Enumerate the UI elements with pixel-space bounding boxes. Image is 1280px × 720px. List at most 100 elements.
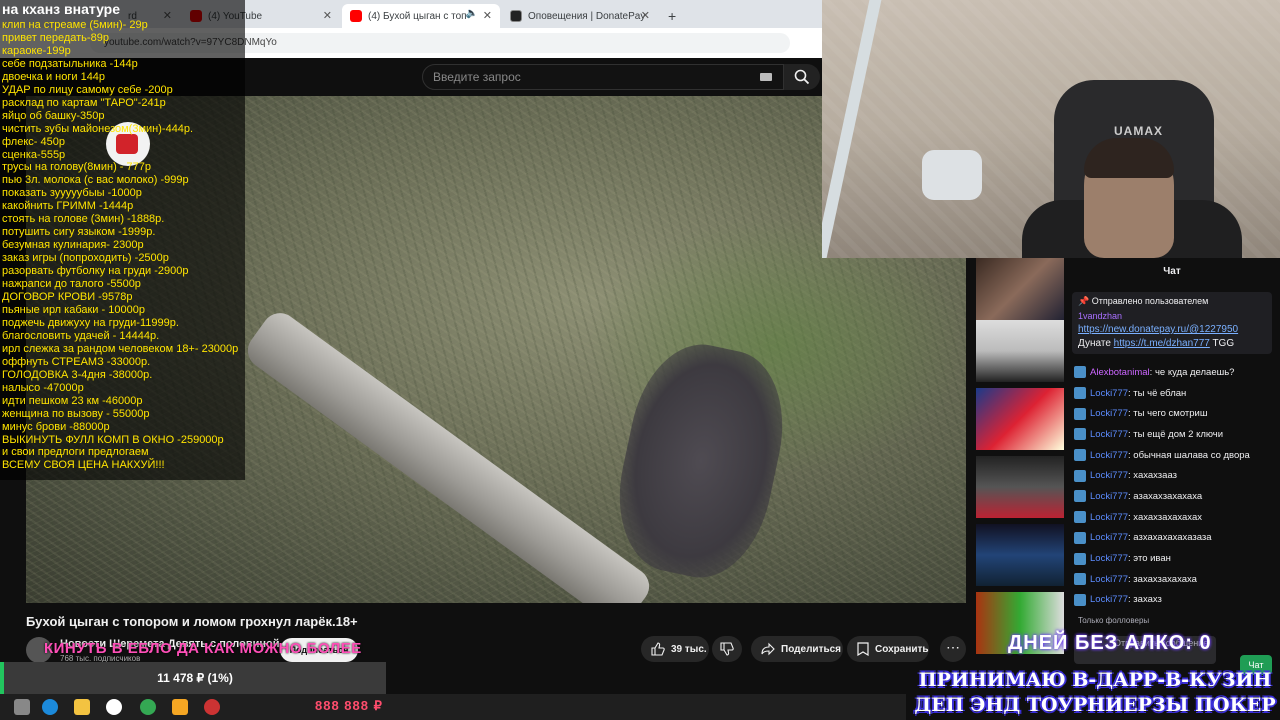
banner-line-2: ДЕП ЭНД ТОУРНИЕРЗЫ ПОКЕР (914, 694, 1276, 716)
price-list-overlay: на кханз внатуре клип на стреаме (5мин)-… (0, 0, 245, 480)
price-item: флекс- 450р (2, 135, 65, 148)
new-tab-button[interactable]: + (660, 4, 684, 28)
app-icon[interactable] (172, 699, 188, 715)
chat-panel: Чат 📌 Отправлено пользователем 1vandzhan… (1066, 264, 1280, 678)
price-item: трусы на голову(8мин) - 777р (2, 161, 151, 174)
youtube-icon (350, 10, 362, 22)
price-item: ВСЕМУ СВОЯ ЦЕНА НАКХУЙ!!! (2, 459, 165, 472)
chat-message: Locki777: хахахзахахахах (1074, 507, 1278, 528)
chat-username[interactable]: Locki777 (1090, 512, 1128, 523)
tab-video[interactable]: (4) Бухой цыган с топором 🔈 ✕ (342, 4, 500, 28)
chrome-icon[interactable] (140, 699, 156, 715)
keyboard-icon[interactable] (760, 73, 772, 81)
price-item: какойнить ГРИММ -1444р (2, 200, 134, 213)
pinned-link-line: https://new.donatepay.ru/@1227950 (1078, 324, 1266, 335)
edge-icon[interactable] (42, 699, 58, 715)
price-item: идти пешком 23 км -46000р (2, 394, 143, 407)
badge-icon (1074, 366, 1086, 379)
price-item: расклад по картам "ТАРО"-241р (2, 96, 166, 109)
price-item: пью 3л. молока (с вас молоко) -999р (2, 174, 189, 187)
share-button[interactable]: Поделиться (751, 636, 843, 662)
task-view-icon[interactable] (14, 699, 30, 715)
save-label: Сохранить (875, 643, 929, 655)
chat-text: : ты ещё дом 2 ключи (1128, 428, 1224, 440)
recommended-video-thumbnail[interactable] (976, 456, 1064, 518)
streamer-hair (1084, 138, 1174, 178)
price-item: заказ игры (попроходить) -2500р (2, 252, 169, 265)
price-item: разорвать футболку на груди -2900р (2, 265, 189, 278)
chat-username[interactable]: Locki777 (1090, 450, 1128, 461)
badge-icon (1074, 593, 1086, 606)
chat-username[interactable]: Alexbotanimal (1090, 367, 1150, 378)
telegram-link[interactable]: https://t.me/dzhan777 (1114, 338, 1210, 349)
price-item: потушить сигу языком -1999р. (2, 226, 156, 239)
price-item: пьяные ирл кабаки - 10000р (2, 303, 145, 316)
chat-message: Locki777: азахахзахахаха (1074, 486, 1278, 507)
sober-days-counter: ДНЕЙ БЕЗ АЛКО: 0 (1008, 632, 1212, 654)
dislike-button[interactable] (712, 636, 742, 662)
like-button[interactable]: 39 тыс. (641, 636, 709, 662)
price-item: ВЫКИНУТЬ ФУЛЛ КОМП В ОКНО -259000р (2, 433, 224, 446)
app-icon[interactable] (106, 699, 122, 715)
audio-icon[interactable]: 🔈 (466, 8, 478, 19)
badge-icon (1074, 428, 1086, 441)
chat-username[interactable]: Locki777 (1090, 553, 1128, 564)
taskbar (0, 694, 906, 720)
recommended-video-thumbnail[interactable] (976, 524, 1064, 586)
close-icon[interactable]: ✕ (641, 9, 650, 22)
price-item: чистить зубы майонезом(3мин)-444р. (2, 122, 194, 135)
chat-username[interactable]: Locki777 (1090, 532, 1128, 543)
tab-donatepay[interactable]: Оповещения | DonatePay ✕ (502, 4, 658, 28)
taskbar-amount: 888 888 ₽ (315, 698, 383, 713)
chat-username[interactable]: Locki777 (1090, 408, 1128, 419)
chat-text: : обычная шалава со двора (1128, 449, 1250, 461)
pinned-prefix: Дунате (1078, 338, 1111, 349)
badge-icon (1074, 573, 1086, 586)
close-icon[interactable]: ✕ (323, 9, 332, 22)
chat-username[interactable]: Locki777 (1090, 574, 1128, 585)
chat-text: : захахз (1128, 594, 1162, 606)
chat-message: Locki777: это иван (1074, 548, 1278, 569)
share-icon (761, 642, 775, 656)
webcam-feed: UAMAX (822, 0, 1280, 258)
price-list-title: на кханз внатуре (2, 1, 121, 17)
chat-username[interactable]: Locki777 (1090, 491, 1128, 502)
price-list-items: клип на стреаме (5мин)- 29р привет переда… (2, 19, 238, 472)
chat-message: Locki777: обычная шалава со двора (1074, 445, 1278, 466)
chat-message: Locki777: захахз (1074, 590, 1278, 611)
search-button[interactable] (784, 64, 820, 90)
price-item: безумная кулинария- 2300р (2, 239, 144, 252)
save-button[interactable]: Сохранить (847, 636, 929, 662)
recommended-video-thumbnail[interactable] (976, 320, 1064, 382)
price-item: сценка-555р (2, 148, 66, 161)
price-item: и свои предлоги предлогаем (2, 446, 149, 459)
close-icon[interactable]: ✕ (483, 9, 492, 22)
stream-banner: ПРИНИМАЮ В-ДАРР-В-КУЗИН ДЕП ЭНД ТОУРНИЕР… (910, 668, 1280, 718)
chat-text: : ты чего смотриш (1128, 408, 1208, 420)
chat-username[interactable]: Locki777 (1090, 470, 1128, 481)
pinned-user[interactable]: 1vandzhan (1078, 311, 1266, 321)
recommended-video-thumbnail[interactable] (976, 388, 1064, 450)
price-item: двоечка и ноги 144р (2, 70, 106, 83)
tab-label: (4) Бухой цыган с топором (368, 10, 466, 22)
recommended-video-thumbnail[interactable] (976, 258, 1064, 320)
chat-username[interactable]: Locki777 (1090, 429, 1128, 440)
price-item: показать зууууубыы -1000р (2, 187, 142, 200)
more-options-button[interactable]: ⋯ (940, 636, 966, 662)
pinned-message: 📌 Отправлено пользователем 1vandzhan htt… (1072, 292, 1272, 354)
chat-username[interactable]: Locki777 (1090, 594, 1128, 605)
folder-icon[interactable] (74, 699, 90, 715)
search-icon (794, 69, 810, 85)
search-input[interactable]: Введите запрос (422, 64, 784, 90)
pinned-link-line: Дунате https://t.me/dzhan777 TGG (1078, 338, 1266, 349)
share-label: Поделиться (781, 643, 842, 655)
chat-message: Locki777: хахахзааз (1074, 465, 1278, 486)
tab-label: Оповещения | DonatePay (528, 10, 646, 22)
chat-username[interactable]: Locki777 (1090, 388, 1128, 399)
chat-message: Locki777: ты чего смотриш (1074, 403, 1278, 424)
chat-message: Locki777: захахзахахаха (1074, 569, 1278, 590)
price-item: караоке-199р (2, 44, 71, 57)
donate-link[interactable]: https://new.donatepay.ru/@1227950 (1078, 324, 1238, 335)
obs-icon[interactable] (204, 699, 220, 715)
like-count: 39 тыс. (671, 643, 707, 655)
